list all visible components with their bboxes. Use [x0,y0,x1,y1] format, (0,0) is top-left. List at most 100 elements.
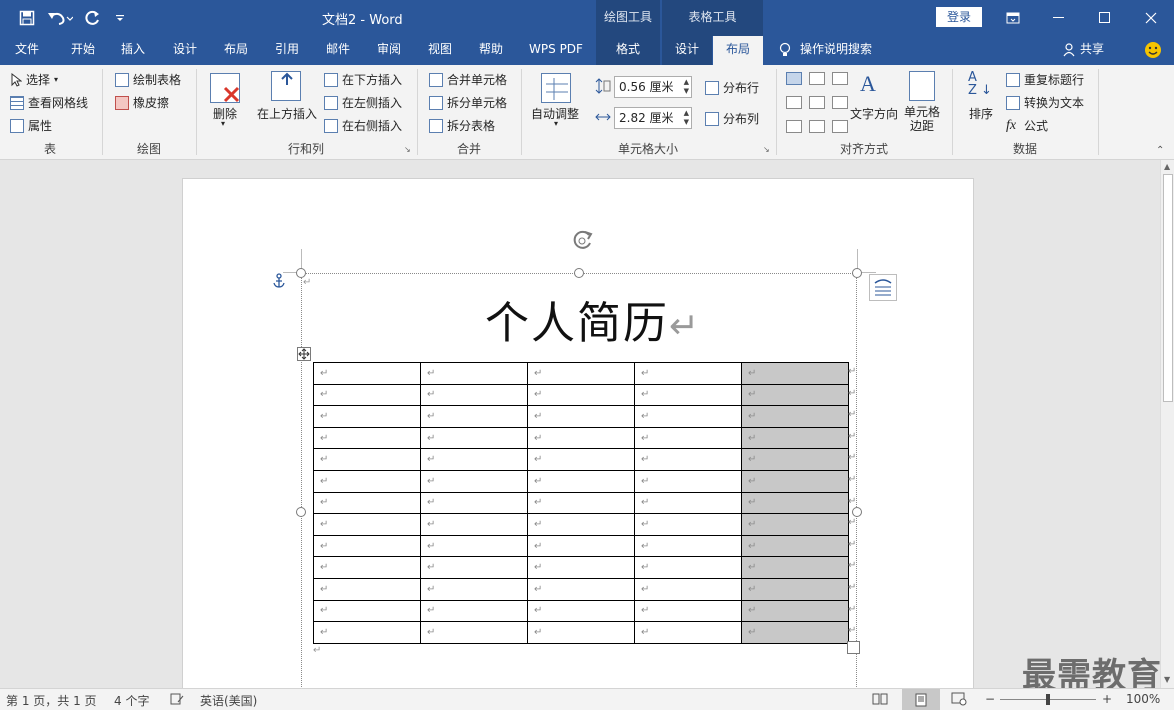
table-cell[interactable]: ↵ [527,426,635,450]
table-cell[interactable]: ↵ [527,534,635,558]
draw-table-button[interactable]: 绘制表格 [115,71,181,88]
table-cell[interactable]: ↵ [741,599,849,623]
table-cell[interactable]: ↵ [527,513,635,536]
split-cells-button[interactable]: 拆分单元格 [429,94,507,111]
align-top-left-icon[interactable] [786,72,802,85]
tab-table-design[interactable]: 设计 [662,36,712,65]
table-cell[interactable]: ↵ [634,556,742,579]
resize-handle[interactable] [296,507,306,517]
spinner-arrows-icon[interactable]: ▲ ▼ [684,109,689,127]
resume-table[interactable]: ↵ ↵ ↵ ↵ ↵ ↵ ↵ ↵ ↵ ↵ ↵ ↵ ↵ ↵ ↵ ↵ ↵ ↵ ↵ ↵ ↵ ↵ ↵ ↵ ↵ ↵ ↵ ↵ ↵ ↵ ↵ ↵ ↵ ↵ ↵ ↵ ↵ ↵ ↵ ↵… [313,362,849,644]
tab-mailings[interactable]: 邮件 [313,36,363,65]
zoom-in-icon[interactable]: + [1102,692,1112,706]
table-row[interactable]: ↵ ↵ ↵ ↵ ↵ [313,426,849,450]
spinner-arrows-icon[interactable]: ▲ ▼ [684,78,689,96]
table-cell[interactable]: ↵ [527,621,635,644]
table-cell[interactable]: ↵ [527,491,635,515]
maximize-icon[interactable] [1082,0,1128,36]
table-cell[interactable]: ↵ [634,362,742,385]
insert-left-button[interactable]: 在左侧插入 [324,94,402,111]
table-row[interactable]: ↵ ↵ ↵ ↵ ↵ [313,491,849,515]
tab-help[interactable]: 帮助 [466,36,516,65]
rotate-handle-icon[interactable] [569,229,595,256]
web-layout-icon[interactable] [951,692,967,709]
table-cell[interactable]: ↵ [313,513,421,536]
tell-me-search[interactable]: 操作说明搜索 [800,36,882,65]
tab-references[interactable]: 引用 [262,36,312,65]
convert-to-text-button[interactable]: 转换为文本 [1006,94,1084,111]
table-row[interactable]: ↵ ↵ ↵ ↵ ↵ [313,599,849,623]
select-button[interactable]: 选择 ▾ [10,71,58,88]
align-bottom-center-icon[interactable] [809,120,825,133]
tab-insert[interactable]: 插入 [108,36,158,65]
table-cell[interactable]: ↵ [313,577,421,601]
save-icon[interactable] [13,0,41,36]
table-cell[interactable]: ↵ [313,362,421,385]
table-cell[interactable]: ↵ [313,534,421,558]
table-row[interactable]: ↵ ↵ ↵ ↵ ↵ [313,405,849,428]
layout-options-icon[interactable] [869,274,897,301]
table-cell[interactable]: ↵ [420,362,528,385]
table-cell[interactable]: ↵ [420,621,528,644]
cell-margins-button[interactable]: 单元格 边距 [904,105,940,133]
align-middle-left-icon[interactable] [786,96,802,109]
table-cell[interactable]: ↵ [634,513,742,536]
redo-icon[interactable] [79,0,107,36]
table-cell[interactable]: ↵ [527,405,635,428]
table-cell[interactable]: ↵ [527,577,635,601]
table-move-handle-icon[interactable] [297,347,311,361]
table-cell[interactable]: ↵ [634,448,742,471]
insert-above-button[interactable]: 在上方插入 [257,105,317,122]
text-direction-button[interactable]: 文字方向 [850,105,898,122]
table-cell[interactable]: ↵ [313,491,421,515]
scroll-thumb[interactable] [1163,174,1173,402]
autofit-icon[interactable] [541,73,571,103]
table-cell[interactable]: ↵ [420,469,528,493]
align-middle-center-icon[interactable] [809,96,825,109]
tab-table-layout[interactable]: 布局 [713,36,763,65]
table-cell[interactable]: ↵ [634,599,742,623]
table-row[interactable]: ↵ ↵ ↵ ↵ ↵ [313,469,849,493]
resize-handle[interactable] [852,507,862,517]
table-cell[interactable]: ↵ [634,383,742,407]
undo-icon[interactable] [43,0,77,36]
customize-icon[interactable] [106,0,134,36]
table-cell[interactable]: ↵ [420,577,528,601]
table-cell[interactable]: ↵ [527,599,635,623]
table-cell[interactable]: ↵ [634,491,742,515]
table-cell[interactable]: ↵ [634,621,742,644]
insert-above-icon[interactable] [271,71,301,101]
sort-button[interactable]: 排序 [969,105,993,122]
cell-margins-icon[interactable] [909,71,935,101]
table-cell[interactable]: ↵ [741,405,849,428]
table-cell[interactable]: ↵ [634,426,742,450]
table-cell[interactable]: ↵ [420,599,528,623]
align-bottom-right-icon[interactable] [832,120,848,133]
table-cell[interactable]: ↵ [634,534,742,558]
tab-file[interactable]: 文件 [0,36,54,65]
smiley-icon[interactable] [1142,36,1164,65]
table-cell[interactable]: ↵ [313,383,421,407]
lightbulb-icon[interactable] [775,36,795,65]
table-cell[interactable]: ↵ [741,621,849,644]
dialog-launcher-icon[interactable]: ↘ [404,145,411,154]
table-cell[interactable]: ↵ [634,469,742,493]
table-cell[interactable]: ↵ [420,556,528,579]
autofit-dropdown-icon[interactable]: ▾ [554,119,558,128]
table-cell[interactable]: ↵ [313,448,421,471]
properties-button[interactable]: 属性 [10,117,52,134]
table-row[interactable]: ↵ ↵ ↵ ↵ ↵ [313,621,849,644]
table-row[interactable]: ↵ ↵ ↵ ↵ ↵ [313,362,849,385]
repeat-header-button[interactable]: 重复标题行 [1006,71,1084,88]
table-cell[interactable]: ↵ [741,469,849,493]
table-cell[interactable]: ↵ [420,448,528,471]
table-cell[interactable]: ↵ [527,556,635,579]
eraser-button[interactable]: 橡皮擦 [115,94,169,111]
table-cell[interactable]: ↵ [527,469,635,493]
table-cell[interactable]: ↵ [741,556,849,579]
table-cell[interactable]: ↵ [420,383,528,407]
print-layout-icon[interactable] [902,689,940,710]
word-count[interactable]: 4 个字 [114,692,149,709]
delete-table-icon[interactable] [210,73,240,103]
delete-dropdown-icon[interactable]: ▾ [221,119,225,128]
